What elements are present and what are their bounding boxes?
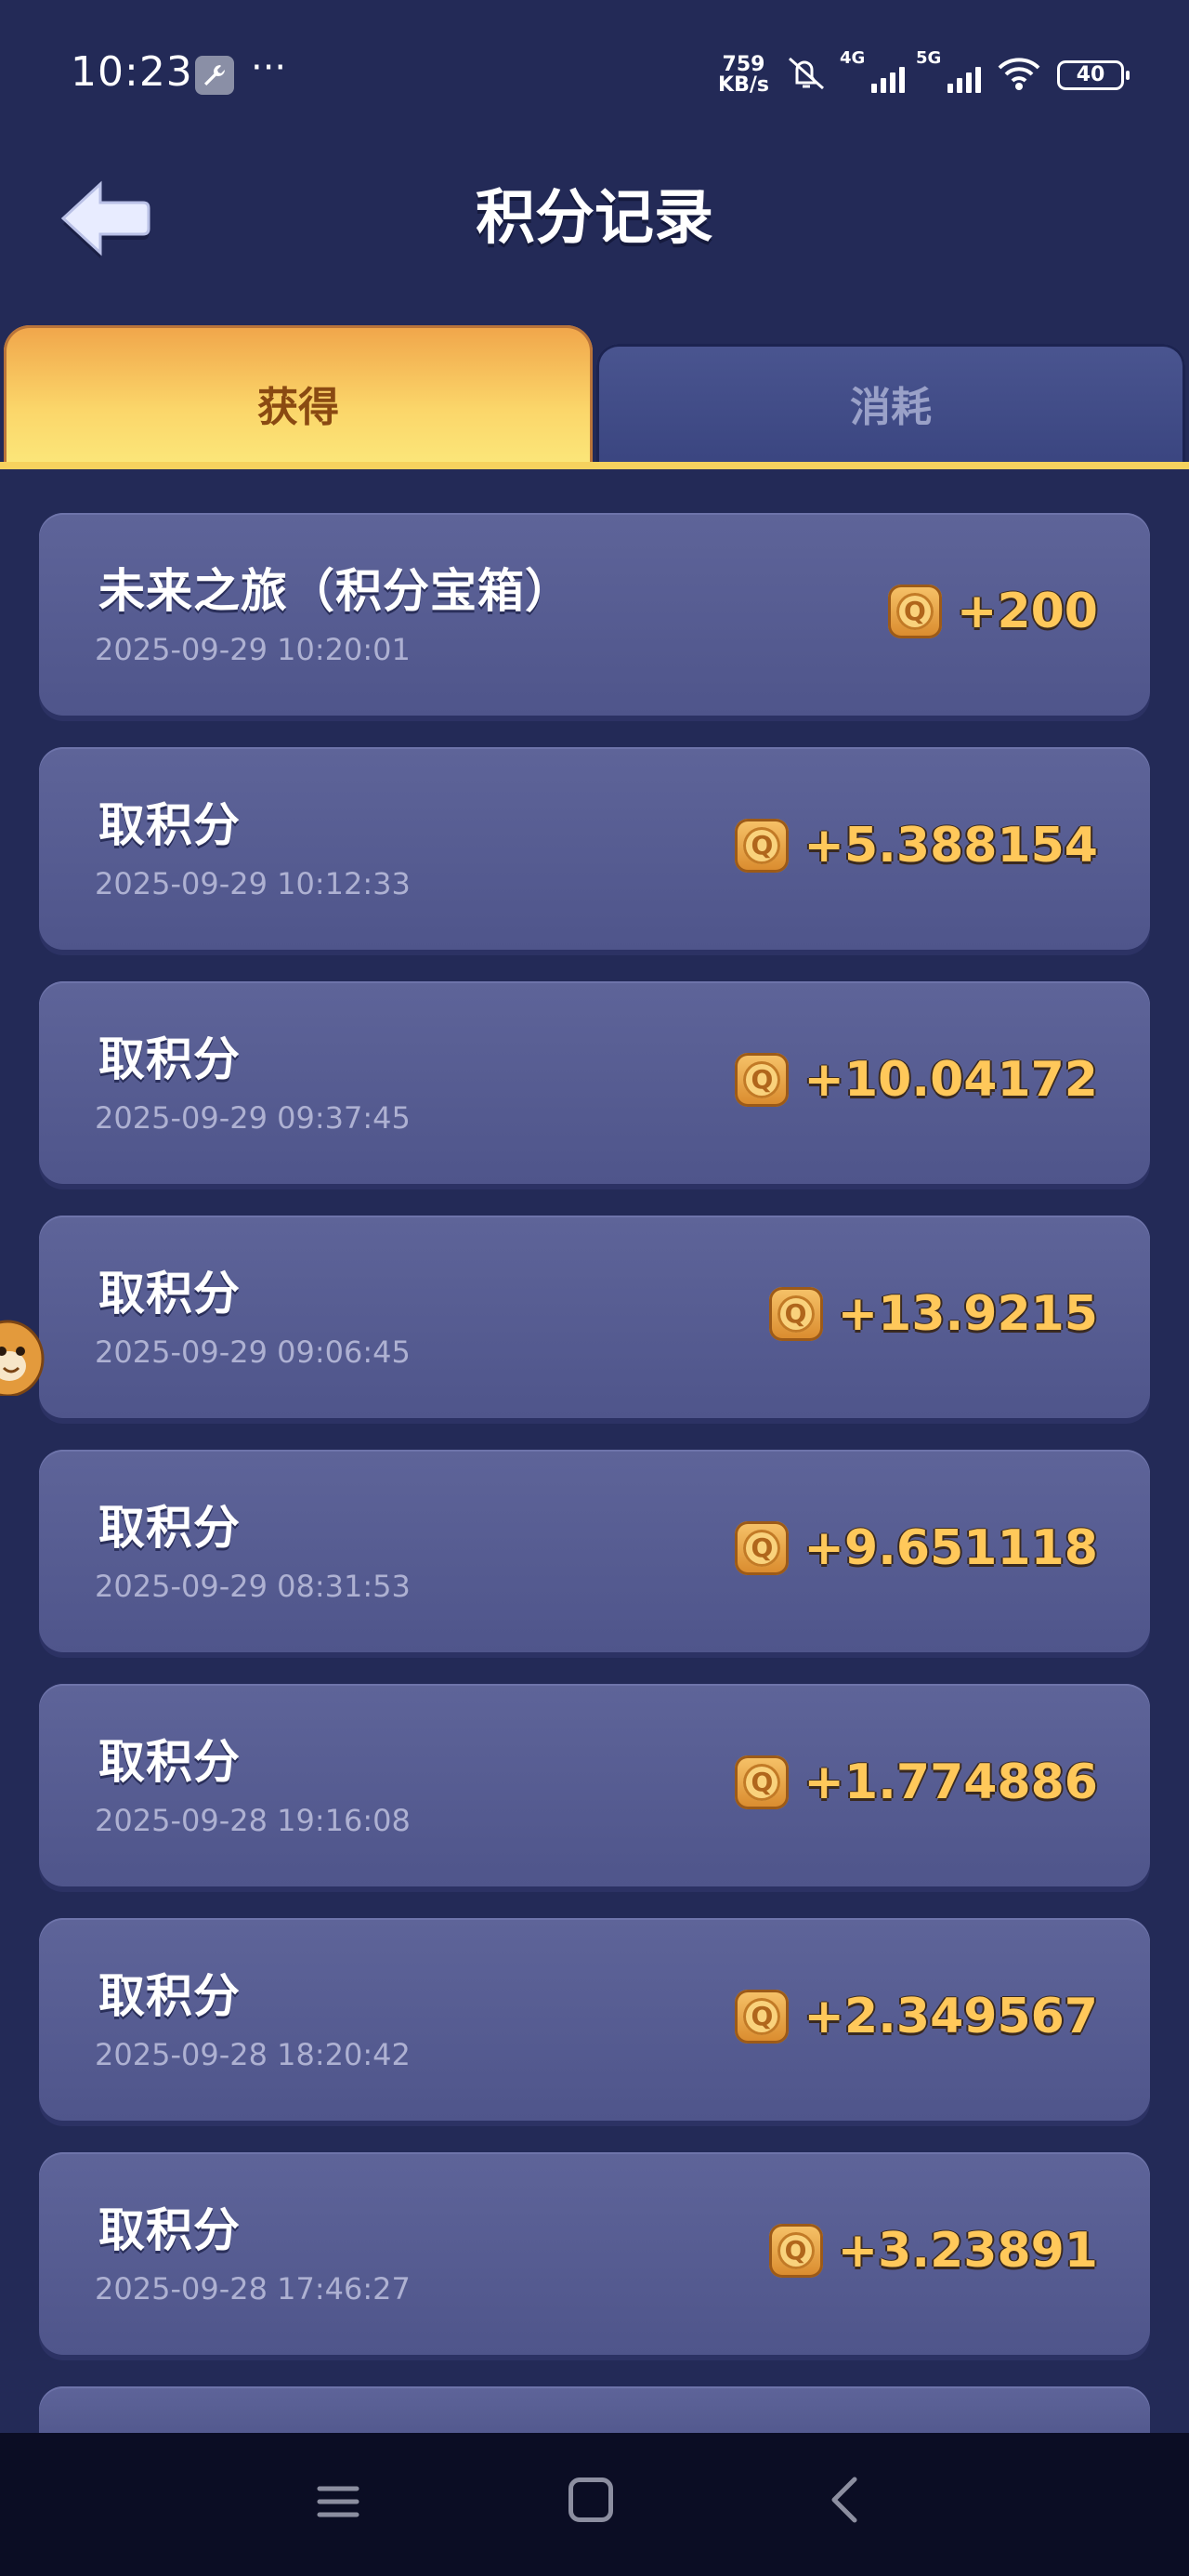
points-coin-icon: Q <box>735 819 790 873</box>
points-coin-icon: Q <box>768 1287 823 1341</box>
coin-glyph: Q <box>777 2232 815 2269</box>
coin-glyph: Q <box>743 1061 781 1098</box>
record-item: 未来之旅（积分宝箱） 2025-09-29 10:20:01 Q +200 <box>39 513 1150 716</box>
points-coin-icon: Q <box>768 2224 823 2278</box>
record-amount: Q +2.349567 <box>735 1989 1098 2044</box>
record-amount: Q +9.651118 <box>735 1520 1098 1576</box>
record-item: 取积分 2025-09-29 10:12:33 Q +5.388154 <box>39 747 1150 950</box>
system-nav-bar <box>0 2433 1189 2576</box>
record-item: 取积分 2025-09-28 19:16:08 Q +1.774886 <box>39 1684 1150 1886</box>
record-amount: Q +3.23891 <box>768 2223 1098 2279</box>
tab-bar: 获得 消耗 <box>0 325 1189 467</box>
record-amount: Q +13.9215 <box>768 1286 1098 1342</box>
record-amount-value: +13.9215 <box>837 1286 1098 1342</box>
network-speed-value: 759 <box>722 53 765 76</box>
tab-spent-label: 消耗 <box>850 384 932 431</box>
record-item: 取积分 2025-09-29 09:37:45 Q +10.04172 <box>39 981 1150 1184</box>
home-icon[interactable] <box>568 2477 613 2522</box>
record-amount-value: +9.651118 <box>804 1520 1098 1576</box>
points-coin-icon: Q <box>735 1990 790 2044</box>
mute-icon <box>784 55 829 96</box>
record-title: 取积分 <box>98 1969 241 2023</box>
wifi-icon <box>996 55 1042 96</box>
record-item: 取积分 2025-09-29 08:31:53 Q +9.651118 <box>39 1450 1150 1652</box>
record-amount-value: +200 <box>956 584 1098 639</box>
signal-5g-icon: 5G <box>916 48 981 93</box>
recent-apps-icon[interactable] <box>316 2479 360 2528</box>
more-notifications-icon: ··· <box>251 46 287 89</box>
nav-back-icon[interactable] <box>825 2474 862 2530</box>
record-title: 取积分 <box>98 2203 241 2257</box>
tab-spent[interactable]: 消耗 <box>596 344 1185 467</box>
points-coin-icon: Q <box>735 1053 790 1107</box>
status-bar: 10:23 ··· 759 KB/s 4G 5G 40 <box>0 0 1189 139</box>
record-title: 未来之旅（积分宝箱） <box>98 564 572 618</box>
tab-underline <box>0 462 1189 469</box>
record-time: 2025-09-29 08:31:53 <box>95 1569 411 1604</box>
status-time: 10:23 <box>71 48 193 96</box>
coin-glyph: Q <box>743 1998 781 2035</box>
record-amount-value: +10.04172 <box>804 1052 1098 1108</box>
record-time: 2025-09-29 10:12:33 <box>95 866 411 901</box>
network-speed: 759 KB/s <box>718 55 769 96</box>
record-item: 取积分 2025-09-28 17:46:27 Q +3.23891 <box>39 2152 1150 2355</box>
record-time: 2025-09-28 18:20:42 <box>95 2037 411 2072</box>
record-amount-value: +2.349567 <box>804 1989 1098 2044</box>
battery-icon: 40 <box>1057 60 1130 90</box>
coin-glyph: Q <box>743 827 781 864</box>
record-time: 2025-09-29 10:20:01 <box>95 632 411 667</box>
record-amount: Q +10.04172 <box>735 1052 1098 1108</box>
record-time: 2025-09-28 17:46:27 <box>95 2271 411 2307</box>
signal-5g-label: 5G <box>916 48 942 68</box>
coin-glyph: Q <box>777 1295 815 1333</box>
record-amount-value: +3.23891 <box>837 2223 1098 2279</box>
record-item: 取积分 2025-09-29 09:06:45 Q +13.9215 <box>39 1216 1150 1418</box>
record-amount: Q +200 <box>887 584 1098 639</box>
record-amount-value: +5.388154 <box>804 818 1098 874</box>
page-title: 积分记录 <box>476 184 713 253</box>
record-amount: Q +5.388154 <box>735 818 1098 874</box>
points-coin-icon: Q <box>735 1521 790 1575</box>
record-amount-value: +1.774886 <box>804 1755 1098 1810</box>
coin-glyph: Q <box>743 1764 781 1801</box>
record-title: 取积分 <box>98 1501 241 1555</box>
tab-earned[interactable]: 获得 <box>4 325 593 467</box>
record-time: 2025-09-29 09:06:45 <box>95 1334 411 1370</box>
signal-4g-icon: 4G <box>840 48 905 93</box>
signal-4g-label: 4G <box>840 48 866 68</box>
record-title: 取积分 <box>98 798 241 852</box>
points-coin-icon: Q <box>887 585 942 638</box>
wrench-icon <box>195 56 234 95</box>
network-speed-unit: KB/s <box>718 73 769 97</box>
record-title: 取积分 <box>98 1267 241 1321</box>
coin-glyph: Q <box>895 593 934 630</box>
record-amount: Q +1.774886 <box>735 1755 1098 1810</box>
record-time: 2025-09-28 19:16:08 <box>95 1803 411 1838</box>
record-title: 取积分 <box>98 1032 241 1086</box>
record-title: 取积分 <box>98 1735 241 1789</box>
coin-glyph: Q <box>743 1530 781 1567</box>
record-item: 取积分 2025-09-28 18:20:42 Q +2.349567 <box>39 1918 1150 2121</box>
floating-mascot-icon[interactable] <box>0 1312 54 1398</box>
record-time: 2025-09-29 09:37:45 <box>95 1100 411 1136</box>
points-coin-icon: Q <box>735 1755 790 1809</box>
